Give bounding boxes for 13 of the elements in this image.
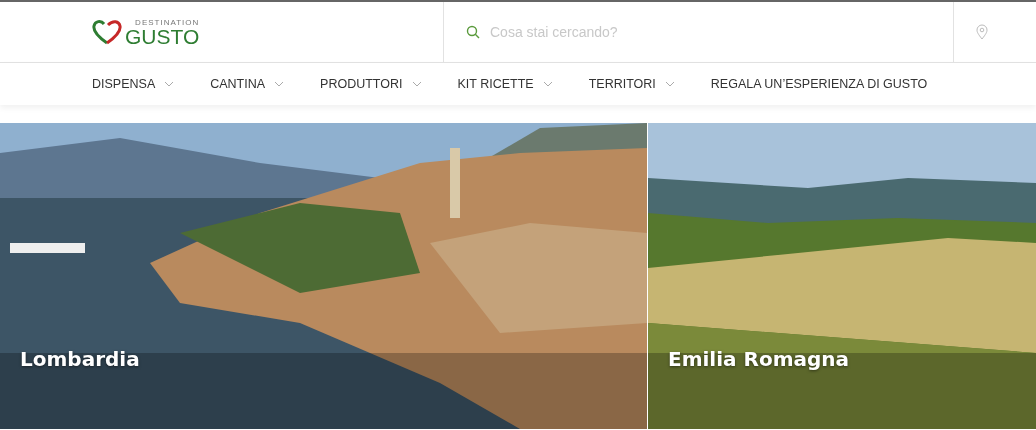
location-pin-icon[interactable]	[976, 24, 988, 40]
region-title[interactable]: Emilia Romagna	[668, 347, 850, 371]
logo-name: GUSTO	[125, 26, 200, 47]
heart-logo-icon	[92, 19, 122, 45]
nav-link[interactable]: REGALA UN’ESPERIENZA DI GUSTO	[710, 77, 928, 91]
nav-link[interactable]: TERRITORI	[588, 77, 675, 91]
region-title[interactable]: Lombardia	[20, 347, 140, 371]
nav-link[interactable]: CANTINA	[210, 77, 285, 91]
nav-link[interactable]: DISPENSA	[92, 77, 175, 91]
logo-tagline: DESTINATION	[135, 17, 200, 27]
nav-link[interactable]: PRODUTTORI	[320, 77, 422, 91]
nav-link[interactable]: KIT RICETTE	[457, 77, 553, 91]
search-icon	[466, 25, 480, 39]
